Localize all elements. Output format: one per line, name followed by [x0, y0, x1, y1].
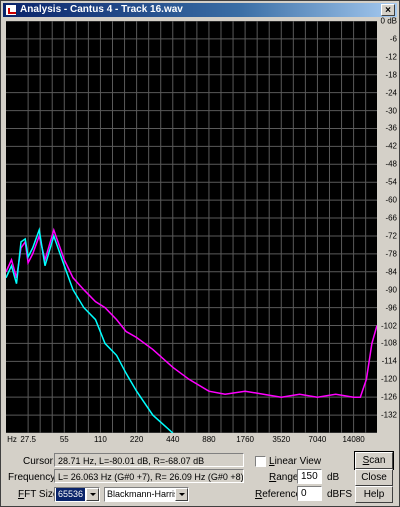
db-tick-label: -114 [381, 356, 397, 366]
chevron-down-icon[interactable] [175, 488, 188, 501]
db-tick-label: -54 [385, 177, 397, 187]
cursor-readout: 28.71 Hz, L=-80.01 dB, R=-68.07 dB [54, 453, 244, 467]
window-close-button[interactable]: × [381, 4, 395, 16]
fft-size-value: 65536 [56, 488, 86, 501]
range-label-text: ange [276, 472, 299, 483]
hz-tick-label: 110 [94, 435, 107, 444]
db-tick-label: -12 [385, 52, 397, 62]
hz-tick-label: Hz [7, 435, 17, 444]
app-icon [5, 4, 17, 16]
db-tick-label: -60 [385, 195, 397, 205]
db-tick-label: -24 [385, 88, 397, 98]
range-label: Range [269, 472, 298, 483]
grid-lines [6, 21, 377, 433]
window-title: Analysis - Cantus 4 - Track 16.wav [20, 4, 183, 15]
db-tick-label: -84 [385, 267, 397, 277]
series-line-l [6, 227, 377, 398]
frequency-label: Frequency: [8, 472, 59, 483]
chevron-down-icon[interactable] [86, 488, 99, 501]
db-tick-label: -96 [385, 303, 397, 313]
reference-label: Reference [255, 489, 301, 500]
range-input[interactable]: 150 [297, 469, 322, 484]
db-tick-label: -48 [385, 159, 397, 169]
spectrum-chart [6, 21, 377, 433]
db-tick-label: -132 [380, 410, 397, 420]
series-line-r [6, 227, 174, 433]
db-tick-label: -102 [380, 321, 397, 331]
db-tick-label: -66 [385, 213, 397, 223]
db-tick-label: -126 [380, 392, 397, 402]
db-tick-label: -120 [380, 374, 397, 384]
db-axis: 0 dB -6 -12 -18 -24 -30 -36 -42 -48 -54 -60 -66 -72 -… [377, 17, 400, 433]
db-tick-label: -78 [385, 249, 397, 259]
close-button[interactable]: Close [355, 469, 393, 486]
hz-axis: Hz 27.5 55 110 220 440 880 1760 3520 7040 14080 [6, 435, 377, 447]
frequency-readout: L= 26.063 Hz (G#0 +7), R= 26.09 Hz (G#0 … [54, 469, 244, 483]
db-tick-label: -108 [380, 338, 397, 348]
db-tick-label: -42 [385, 141, 397, 151]
window-function-value: Blackmann-Harris [107, 489, 179, 499]
analysis-window: Analysis - Cantus 4 - Track 16.wav × 0 d… [0, 0, 400, 507]
linear-view-checkbox[interactable] [255, 456, 266, 467]
hz-tick-label: 440 [166, 435, 180, 444]
hz-tick-label: 27.5 [20, 435, 36, 444]
db-tick-label: -72 [385, 231, 397, 241]
db-tick-label: -18 [385, 70, 397, 80]
range-unit: dB [327, 472, 340, 483]
cursor-label: Cursor: [23, 456, 56, 467]
linear-view-label-text: inear View [274, 456, 322, 467]
hz-tick-label: 7040 [308, 435, 327, 444]
hz-tick-label: 880 [202, 435, 216, 444]
hz-tick-label: 3520 [272, 435, 291, 444]
series-layer [6, 227, 377, 433]
db-tick-label: -30 [385, 106, 397, 116]
fft-size-select[interactable]: 65536 [54, 487, 100, 502]
hz-tick-label: 14080 [342, 435, 365, 444]
scan-button[interactable]: Scan [354, 451, 394, 470]
spectrum-plot[interactable] [6, 21, 377, 433]
db-tick-label: -36 [385, 123, 397, 133]
hz-tick-label: 220 [129, 435, 144, 444]
help-button[interactable]: Help [355, 486, 393, 503]
reference-input[interactable]: 0 [297, 486, 322, 501]
reference-label-text: eference [262, 489, 302, 500]
hz-tick-label: 1760 [236, 435, 254, 444]
window-function-select[interactable]: Blackmann-Harris [104, 487, 189, 502]
hz-tick-label: 55 [59, 435, 69, 444]
reference-unit: dBFS [327, 489, 353, 500]
db-tick-label: -6 [389, 34, 397, 44]
db-tick-label: 0 dB [380, 16, 397, 26]
title-bar[interactable]: Analysis - Cantus 4 - Track 16.wav × [3, 3, 397, 17]
scan-button-text: can [369, 455, 386, 466]
linear-view-label[interactable]: Linear View [269, 456, 321, 467]
db-tick-label: -90 [385, 285, 397, 295]
